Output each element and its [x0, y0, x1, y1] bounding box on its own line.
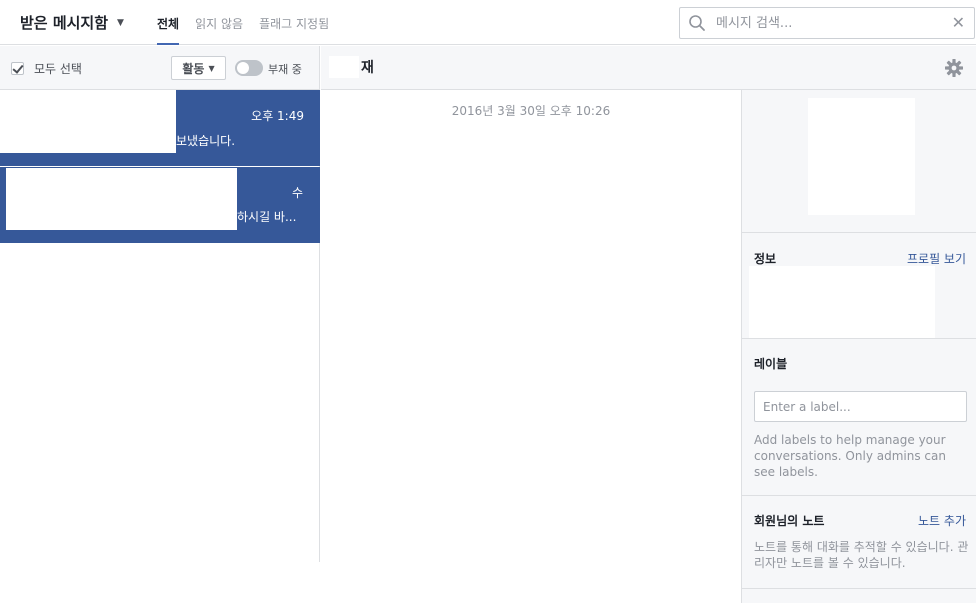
redacted-name	[329, 56, 359, 78]
notes-section: 회원님의 노트 노트 추가 노트를 통해 대화를 추적할 수 있습니다. 관리자…	[742, 496, 976, 589]
notes-help-text: 노트를 통해 대화를 추적할 수 있습니다. 관리자만 노트를 볼 수 있습니다…	[754, 540, 969, 570]
select-all[interactable]: 모두 선택	[11, 60, 82, 77]
search-icon	[689, 15, 705, 31]
conversation-name: 재	[361, 60, 374, 76]
filter-tabs: 전체 읽지 않음 플래그 지정됨	[157, 0, 345, 45]
redacted-avatar-name	[6, 168, 237, 230]
away-toggle[interactable]	[235, 60, 263, 76]
view-profile-link[interactable]: 프로필 보기	[907, 250, 966, 267]
away-label: 부재 중	[268, 63, 302, 76]
thread-snippet: 하시길 바...	[237, 210, 297, 224]
select-all-checkbox[interactable]	[11, 62, 24, 75]
labels-section: 레이블 Add labels to help manage your conve…	[742, 338, 976, 496]
tab-unread[interactable]: 읽지 않음	[195, 0, 243, 45]
label-input[interactable]	[754, 391, 967, 422]
top-bar: 받은 메시지함 ▼ 전체 읽지 않음 플래그 지정됨 ✕	[0, 0, 976, 45]
tab-flagged[interactable]: 플래그 지정됨	[259, 0, 329, 45]
thread-snippet: 보냈습니다.	[176, 134, 236, 148]
thread-list-panel: 모두 선택 활동 ▼ 부재 중 오후 1:49 보냈습니다. 수 하시길 바..…	[0, 46, 320, 562]
search-box: ✕	[679, 7, 975, 39]
thread-time: 오후 1:49	[251, 109, 304, 123]
inbox-title: 받은 메시지함	[20, 14, 109, 32]
info-pane: 정보 프로필 보기 레이블 Add labels to help manage …	[741, 90, 976, 603]
conversation-title: 재	[329, 56, 374, 78]
select-all-label: 모두 선택	[34, 62, 82, 76]
profile-section	[742, 90, 976, 233]
thread-item[interactable]: 수 하시길 바...	[0, 167, 320, 243]
close-icon[interactable]: ✕	[952, 13, 965, 32]
message-timestamp: 2016년 3월 30일 오후 10:26	[451, 104, 611, 118]
avatar	[808, 98, 915, 215]
tab-all[interactable]: 전체	[157, 0, 180, 45]
gear-icon[interactable]	[944, 58, 964, 78]
caret-down-icon: ▼	[117, 17, 124, 28]
inbox-dropdown[interactable]: 받은 메시지함 ▼	[20, 12, 124, 33]
activity-filter-button[interactable]: 활동 ▼	[171, 56, 226, 80]
toggle-knob	[237, 62, 249, 74]
labels-help-text: Add labels to help manage your conversat…	[754, 433, 946, 479]
activity-label: 활동	[182, 61, 205, 76]
redacted-avatar-name	[0, 90, 176, 153]
labels-title: 레이블	[754, 357, 788, 371]
caret-down-icon: ▼	[208, 63, 215, 73]
conversation-body: 2016년 3월 30일 오후 10:26	[321, 90, 741, 603]
thread-list-toolbar: 모두 선택 활동 ▼ 부재 중	[0, 46, 319, 90]
thread-time: 수	[291, 186, 303, 200]
conversation-header: 재	[321, 46, 976, 90]
messenger-inbox: 받은 메시지함 ▼ 전체 읽지 않음 플래그 지정됨 ✕ 모두 선택 활동	[0, 0, 976, 603]
add-note-link[interactable]: 노트 추가	[918, 512, 966, 529]
notes-title: 회원님의 노트	[754, 514, 825, 528]
redacted-info	[749, 266, 935, 338]
info-section: 정보 프로필 보기	[742, 233, 976, 338]
search-input[interactable]	[716, 12, 946, 34]
thread-item[interactable]: 오후 1:49 보냈습니다.	[0, 90, 320, 166]
info-title: 정보	[754, 252, 777, 266]
